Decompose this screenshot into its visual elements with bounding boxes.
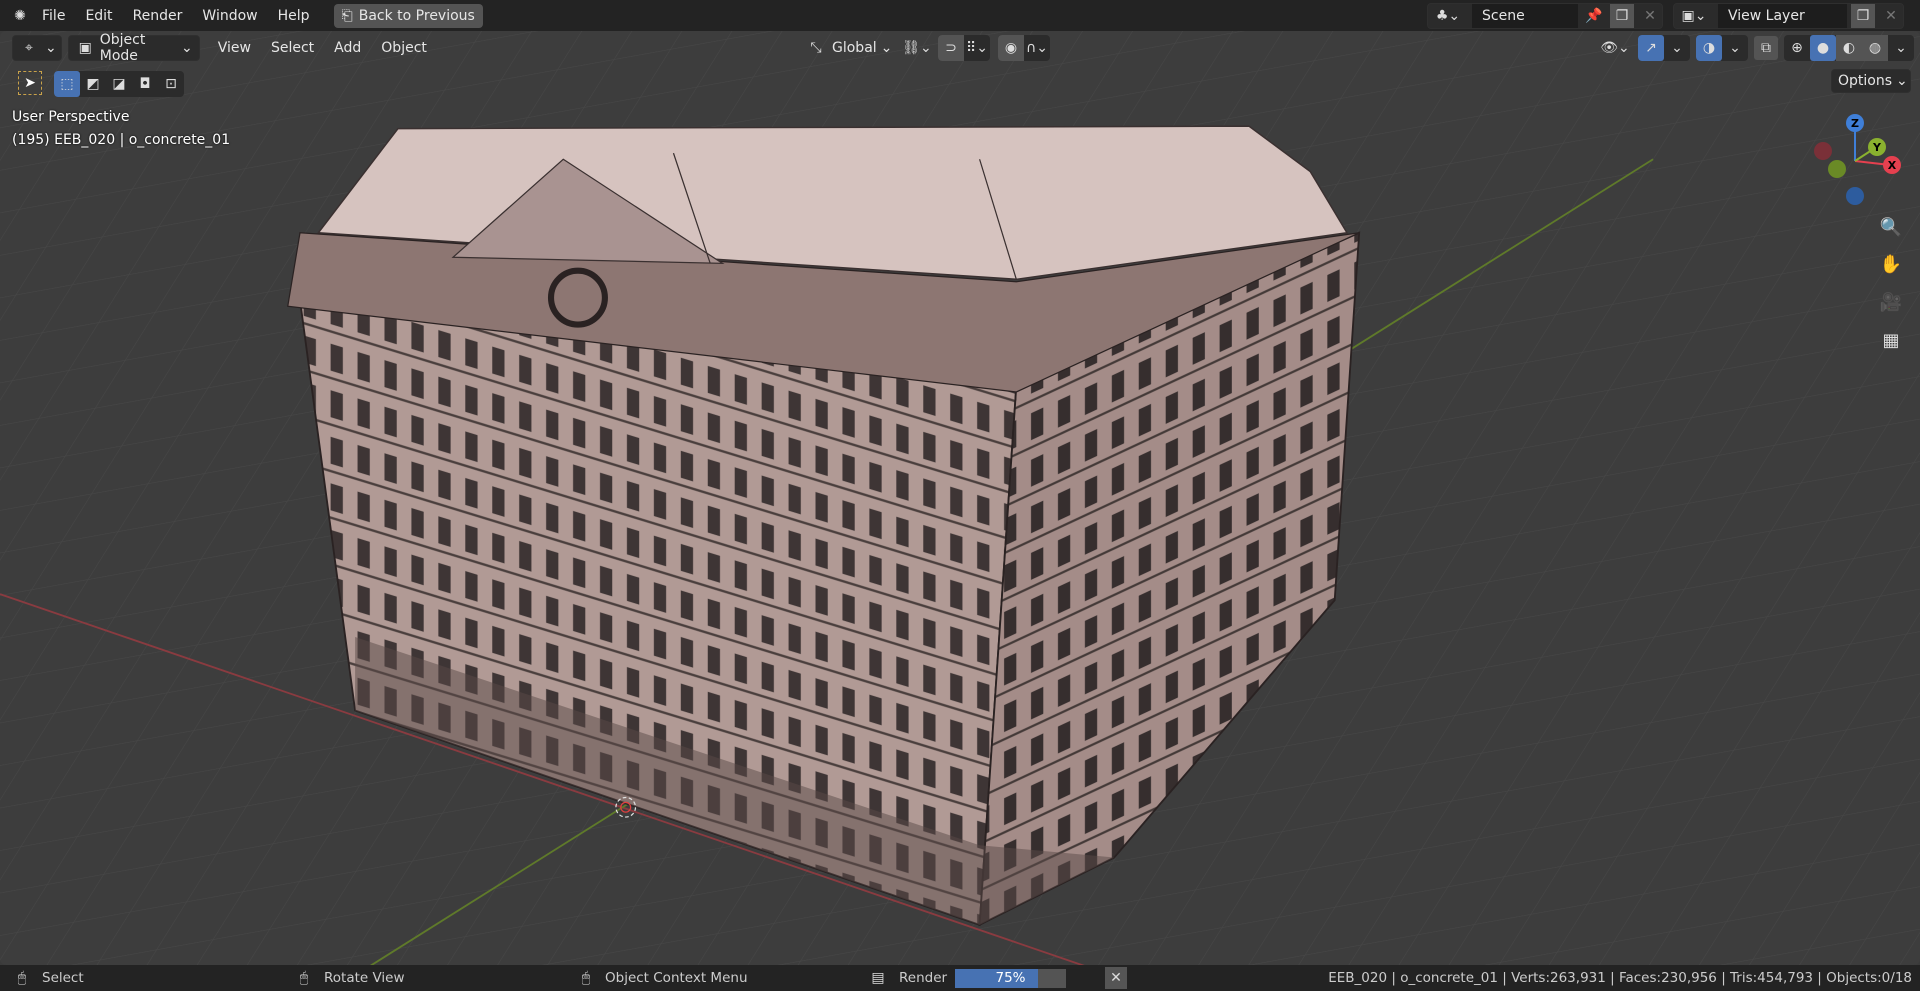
back-to-previous-label: Back to Previous — [358, 7, 475, 24]
chevron-down-icon[interactable]: ⌄ — [1722, 35, 1748, 61]
new-scene-icon[interactable]: ❐ — [1610, 4, 1634, 28]
object-mode-icon: ▣ — [78, 40, 92, 56]
menu-object[interactable]: Object — [371, 40, 437, 56]
back-to-previous-button[interactable]: ⎗ Back to Previous — [333, 3, 483, 28]
render-label: Render — [899, 970, 948, 986]
select-tool-icon[interactable]: ➤ — [18, 71, 42, 95]
rendered-shading-icon[interactable]: ◍ — [1862, 35, 1888, 61]
menu-render[interactable]: Render — [123, 8, 193, 24]
status-bar: 🖱 Select 🖱 Rotate View 🖱 Object Context … — [0, 965, 1920, 991]
solid-shading-icon[interactable]: ● — [1810, 35, 1836, 61]
menu-select[interactable]: Select — [261, 40, 324, 56]
monitor-back-icon: ⎗ — [341, 7, 353, 24]
viewport-header-left: ⌖ ⌄ ▣ Object Mode ⌄ View Select Add Objec… — [12, 32, 437, 64]
menu-add[interactable]: Add — [324, 40, 371, 56]
status-select: Select — [42, 970, 84, 986]
editor-type-selector[interactable]: ⌖ ⌄ — [12, 35, 62, 61]
material-preview-icon[interactable]: ◐ — [1836, 35, 1862, 61]
gizmo-x-label[interactable]: X — [1888, 159, 1897, 172]
pin-icon[interactable]: 📌 — [1582, 4, 1606, 28]
view-layer-selector[interactable]: ▣⌄ View Layer ❐ ✕ — [1673, 3, 1904, 29]
scene-name: Scene — [1482, 8, 1525, 24]
mouse-right-icon: 🖱 — [581, 970, 591, 986]
transform-orientation-dropdown[interactable]: ⤡ Global ⌄ — [804, 36, 900, 60]
select-subtract-icon[interactable]: ◪ — [106, 71, 132, 97]
navigation-gizmo[interactable]: Z Y X — [1805, 111, 1905, 211]
proportional-editing-icon[interactable]: ◉ — [998, 35, 1024, 61]
view-layer-icon[interactable]: ▣⌄ — [1674, 4, 1714, 28]
3d-viewport-icon: ⌖ — [25, 40, 33, 56]
wireframe-shading-icon[interactable]: ⊕ — [1784, 35, 1810, 61]
menu-window[interactable]: Window — [192, 8, 267, 24]
select-new-icon[interactable]: ⬚ — [54, 71, 80, 97]
delete-scene-icon[interactable]: ✕ — [1638, 4, 1662, 28]
mouse-middle-icon: 🖱 — [299, 970, 309, 986]
view-layer-name: View Layer — [1728, 8, 1805, 24]
falloff-icon[interactable]: ∩⌄ — [1024, 35, 1050, 61]
mode-label: Object Mode — [99, 32, 146, 64]
blender-logo-icon[interactable]: ✺ — [8, 4, 32, 28]
gizmo-y-label[interactable]: Y — [1872, 141, 1882, 154]
scene-icon[interactable]: ♣⌄ — [1428, 4, 1468, 28]
mode-selector[interactable]: ▣ Object Mode ⌄ — [67, 32, 200, 64]
select-invert-icon[interactable]: ◘ — [132, 71, 158, 97]
top-bar: ✺ File Edit Render Window Help ⎗ Back to… — [0, 0, 1920, 31]
object-info: (195) EEB_020 | o_concrete_01 — [12, 132, 231, 148]
scene-name-field[interactable]: Scene — [1472, 4, 1578, 28]
camera-view-icon[interactable]: 🎥 — [1876, 287, 1906, 317]
zoom-view-icon[interactable]: 🔍 — [1876, 212, 1906, 242]
view-layer-name-field[interactable]: View Layer — [1718, 4, 1847, 28]
menu-edit[interactable]: Edit — [75, 8, 122, 24]
scene-selector[interactable]: ♣⌄ Scene 📌 ❐ ✕ — [1427, 3, 1663, 29]
viewport-header-center: ⤡ Global ⌄ ⛓⌄ ⊃ ⠿⌄ ◉ ∩⌄ — [804, 35, 1050, 61]
snap-target-icon[interactable]: ⠿⌄ — [964, 35, 990, 61]
chevron-down-icon[interactable]: ⌄ — [1664, 35, 1690, 61]
xray-toggle-icon[interactable]: ⧉ — [1754, 36, 1778, 60]
status-context-menu: Object Context Menu — [605, 970, 748, 986]
menu-file[interactable]: File — [32, 8, 75, 24]
chevron-down-icon: ⌄ — [45, 40, 57, 56]
status-rotate: Rotate View — [324, 970, 405, 986]
menu-help[interactable]: Help — [268, 8, 320, 24]
render-icon: ▤ — [871, 970, 885, 986]
view-name: User Perspective — [12, 109, 130, 125]
select-extend-icon[interactable]: ◩ — [80, 71, 106, 97]
tool-settings: ➤ ⬚ ◩ ◪ ◘ ⊡ — [18, 71, 184, 97]
new-view-layer-icon[interactable]: ❐ — [1851, 4, 1875, 28]
shading-options-chevron-icon[interactable]: ⌄ — [1888, 35, 1914, 61]
mouse-left-icon: 🖱 — [17, 970, 27, 986]
viewport-header-right: 👁⌄ ↗ ⌄ ◑ ⌄ ⧉ ⊕ ● ◐ ◍ ⌄ — [1598, 35, 1914, 61]
options-dropdown[interactable]: Options ⌄ — [1831, 69, 1911, 93]
chevron-down-icon: ⌄ — [880, 40, 893, 56]
render-progress-bar: 75% — [955, 969, 1066, 988]
gizmo-toggle-icon[interactable]: ↗ — [1638, 35, 1664, 61]
proportional-editing-group: ◉ ∩⌄ — [998, 35, 1050, 61]
chevron-down-icon: ⌄ — [181, 40, 193, 56]
snapping-group: ⊃ ⠿⌄ — [938, 35, 990, 61]
pivot-point-icon[interactable]: ⛓⌄ — [900, 36, 934, 60]
select-intersect-icon[interactable]: ⊡ — [158, 71, 184, 97]
overlays-toggle-icon[interactable]: ◑ — [1696, 35, 1722, 61]
options-label: Options — [1838, 73, 1893, 89]
viewport-scene — [0, 31, 1920, 965]
3d-viewport[interactable]: ⌖ ⌄ ▣ Object Mode ⌄ View Select Add Objec… — [0, 31, 1920, 965]
render-progress-text: 75% — [995, 970, 1026, 986]
orientation-label: Global — [832, 40, 877, 56]
pan-view-icon[interactable]: ✋ — [1876, 249, 1906, 279]
snap-toggle-icon[interactable]: ⊃ — [938, 35, 964, 61]
delete-view-layer-icon[interactable]: ✕ — [1879, 4, 1903, 28]
menu-view[interactable]: View — [208, 40, 261, 56]
scene-statistics: EEB_020 | o_concrete_01 | Verts:263,931 … — [1328, 970, 1912, 986]
chevron-down-icon: ⌄ — [1896, 73, 1908, 89]
gizmo-z-label[interactable]: Z — [1851, 117, 1859, 130]
visibility-icon[interactable]: 👁⌄ — [1598, 36, 1632, 60]
cancel-render-icon[interactable]: ✕ — [1105, 967, 1127, 989]
orientation-icon: ⤡ — [810, 40, 822, 56]
orthographic-toggle-icon[interactable]: ▦ — [1876, 325, 1906, 355]
